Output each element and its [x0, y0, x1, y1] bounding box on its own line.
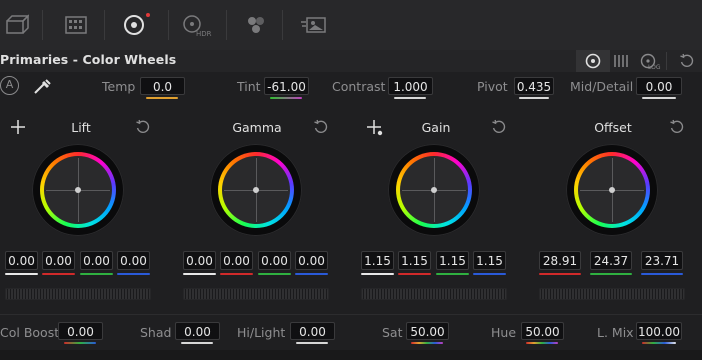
lift-title: Lift — [71, 120, 91, 135]
shad-label: Shad — [140, 325, 172, 340]
lift-master-jog[interactable] — [5, 288, 151, 300]
lift-reset-icon[interactable] — [135, 119, 151, 135]
gamma-reset-icon[interactable] — [313, 119, 329, 135]
lift-y-field[interactable]: 0.00 — [5, 251, 38, 270]
shad-field[interactable]: 0.00 — [175, 322, 220, 340]
contrast-field[interactable]: 1.000 — [388, 77, 433, 95]
pivot-label: Pivot — [477, 79, 508, 94]
sat-field[interactable]: 50.00 — [406, 322, 449, 340]
l-mix-field[interactable]: 100.00 — [636, 322, 682, 340]
tint-label: Tint — [237, 79, 261, 94]
pivot-field[interactable]: 0.435 — [514, 77, 554, 95]
tint-field[interactable]: -61.00 — [264, 77, 309, 95]
lift-b-field[interactable]: 0.00 — [117, 251, 150, 270]
col-boost-label: Col Boost — [0, 325, 60, 340]
motion-effects-icon[interactable] — [300, 13, 328, 37]
offset-g-field[interactable]: 24.37 — [590, 251, 632, 270]
lift-r-field[interactable]: 0.00 — [42, 251, 75, 270]
mid-detail-field[interactable]: 0.00 — [636, 77, 682, 95]
bottom-divider — [0, 314, 702, 315]
gain-wheel[interactable] — [388, 144, 480, 236]
eyedropper-icon[interactable] — [32, 78, 52, 96]
offset-b-field[interactable]: 23.71 — [641, 251, 683, 270]
gamma-title: Gamma — [232, 120, 282, 135]
mid-detail-label: Mid/Detail — [570, 79, 634, 94]
gamma-r-field[interactable]: 0.00 — [220, 251, 253, 270]
gain-b-field[interactable]: 1.15 — [473, 251, 506, 270]
gain-picker-icon[interactable] — [366, 119, 384, 137]
gain-reset-icon[interactable] — [491, 119, 507, 135]
camera-raw-icon[interactable] — [2, 13, 30, 37]
lift-g-field[interactable]: 0.00 — [80, 251, 113, 270]
gamma-wheel[interactable] — [210, 144, 302, 236]
gain-g-field[interactable]: 1.15 — [436, 251, 469, 270]
lift-wheel[interactable] — [32, 144, 124, 236]
auto-balance-button[interactable]: A — [0, 76, 19, 95]
sat-label: Sat — [382, 325, 403, 340]
contrast-label: Contrast — [332, 79, 386, 94]
gamma-master-jog[interactable] — [183, 288, 329, 300]
temp-label: Temp — [102, 79, 136, 94]
gain-master-jog[interactable] — [361, 288, 507, 300]
mid-detail-bar — [642, 97, 676, 99]
offset-wheel[interactable] — [566, 144, 658, 236]
gamma-y-field[interactable]: 0.00 — [183, 251, 216, 270]
log-label: LOG — [648, 64, 661, 71]
lift-picker-icon[interactable] — [10, 119, 28, 137]
hue-label: Hue — [491, 325, 517, 340]
panel-title: Primaries - Color Wheels — [0, 52, 177, 67]
hi-light-label: Hi/Light — [237, 325, 286, 340]
pivot-bar — [519, 97, 549, 99]
offset-reset-icon[interactable] — [669, 119, 685, 135]
toolbar: HDR — [0, 0, 702, 51]
offset-r-field[interactable]: 28.91 — [539, 251, 581, 270]
reset-all-icon[interactable] — [670, 50, 702, 72]
gamma-g-field[interactable]: 0.00 — [258, 251, 291, 270]
bottom-edge — [0, 350, 702, 360]
rgb-mixer-icon[interactable] — [242, 13, 270, 37]
col-boost-field[interactable]: 0.00 — [58, 322, 103, 340]
hue-field[interactable]: 50.00 — [521, 322, 564, 340]
hi-light-field[interactable]: 0.00 — [290, 322, 335, 340]
hdr-label: HDR — [196, 30, 212, 38]
color-match-icon[interactable] — [62, 13, 90, 37]
gamma-b-field[interactable]: 0.00 — [295, 251, 328, 270]
offset-master-jog[interactable] — [539, 288, 685, 300]
temp-bar — [146, 97, 178, 99]
active-indicator-dot — [146, 13, 150, 17]
contrast-bar — [394, 97, 426, 99]
gain-title: Gain — [421, 120, 451, 135]
gain-r-field[interactable]: 1.15 — [398, 251, 431, 270]
temp-field[interactable]: 0.0 — [140, 77, 185, 95]
tint-bar — [270, 97, 302, 99]
l-mix-label: L. Mix — [597, 325, 634, 340]
offset-title: Offset — [594, 120, 632, 135]
color-wheels-icon[interactable] — [120, 13, 148, 37]
gain-y-field[interactable]: 1.15 — [361, 251, 394, 270]
